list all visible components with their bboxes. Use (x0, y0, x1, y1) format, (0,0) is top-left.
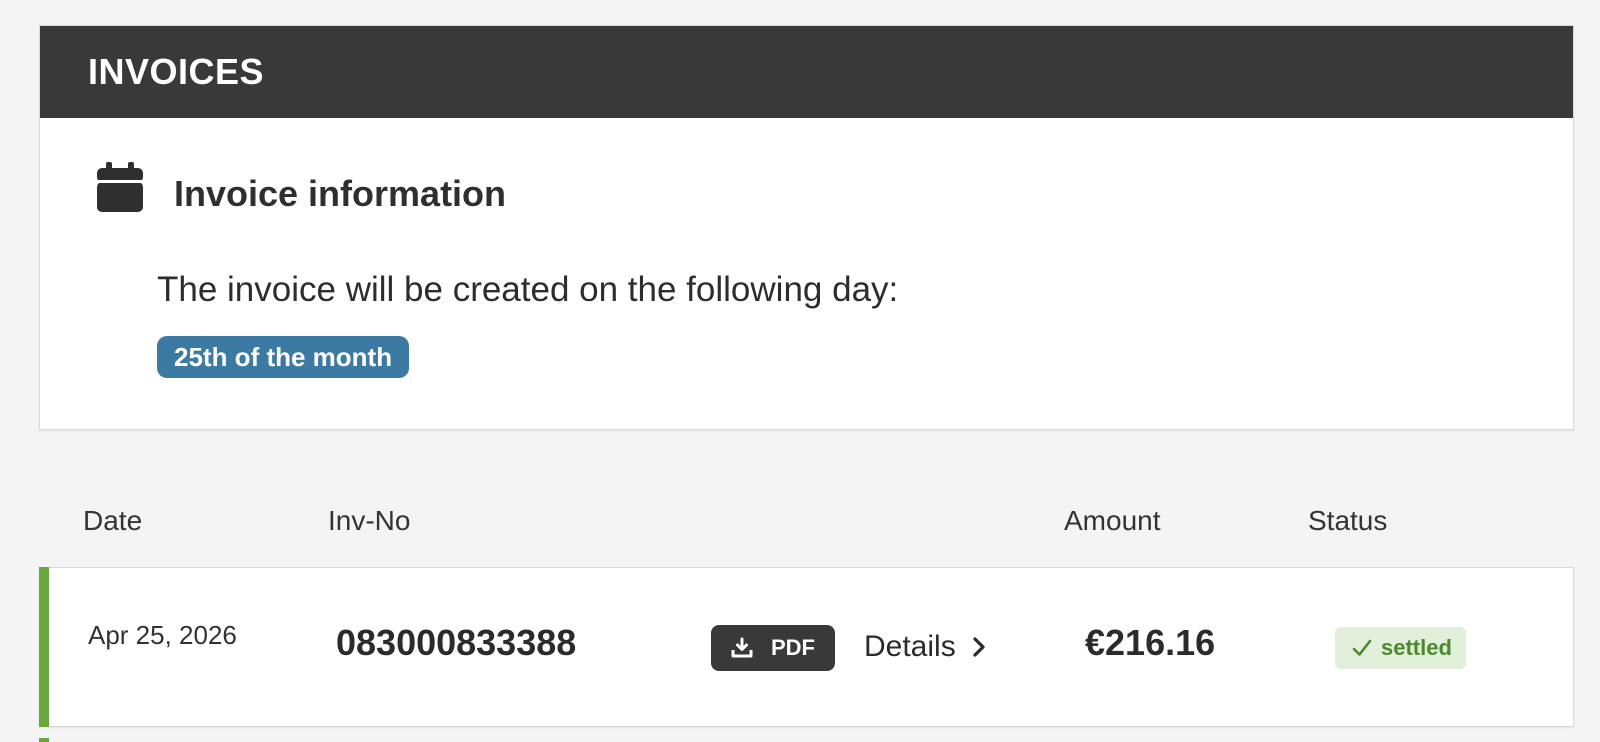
status-badge: settled (1335, 627, 1466, 669)
invoice-info-text: The invoice will be created on the follo… (157, 270, 899, 309)
chevron-right-icon (973, 637, 985, 657)
column-header-inv-no: Inv-No (328, 505, 411, 536)
invoice-amount: €216.16 (1085, 622, 1216, 663)
pdf-download-button[interactable]: PDF (711, 625, 835, 671)
calendar-icon (97, 162, 143, 212)
table-row[interactable]: Apr 25, 2026 083000833388 PDF Details €2… (39, 567, 1574, 727)
status-label: settled (1381, 635, 1452, 660)
column-header-date: Date (83, 505, 143, 536)
check-icon (1352, 639, 1372, 656)
invoice-number: 083000833388 (336, 622, 577, 663)
invoices-card: INVOICES Invoice information The invoice… (39, 25, 1574, 430)
download-icon (731, 637, 753, 658)
details-label: Details (864, 630, 956, 663)
next-row-accent (39, 738, 49, 742)
invoices-page: INVOICES Invoice information The invoice… (0, 0, 1600, 742)
invoices-header: INVOICES (40, 26, 1573, 118)
invoice-day-badge: 25th of the month (157, 336, 410, 378)
column-header-amount: Amount (1064, 505, 1161, 536)
row-status-accent (39, 567, 49, 727)
invoice-info-title: Invoice information (174, 173, 507, 214)
column-header-status: Status (1308, 505, 1388, 536)
invoice-info-heading: Invoice information (96, 161, 506, 215)
invoice-table-header: Date Inv-No Amount Status (0, 505, 1600, 545)
pdf-button-label: PDF (771, 635, 815, 660)
details-link[interactable]: Details (864, 630, 988, 664)
page-title: INVOICES (88, 51, 265, 92)
invoice-date: Apr 25, 2026 (88, 620, 237, 650)
